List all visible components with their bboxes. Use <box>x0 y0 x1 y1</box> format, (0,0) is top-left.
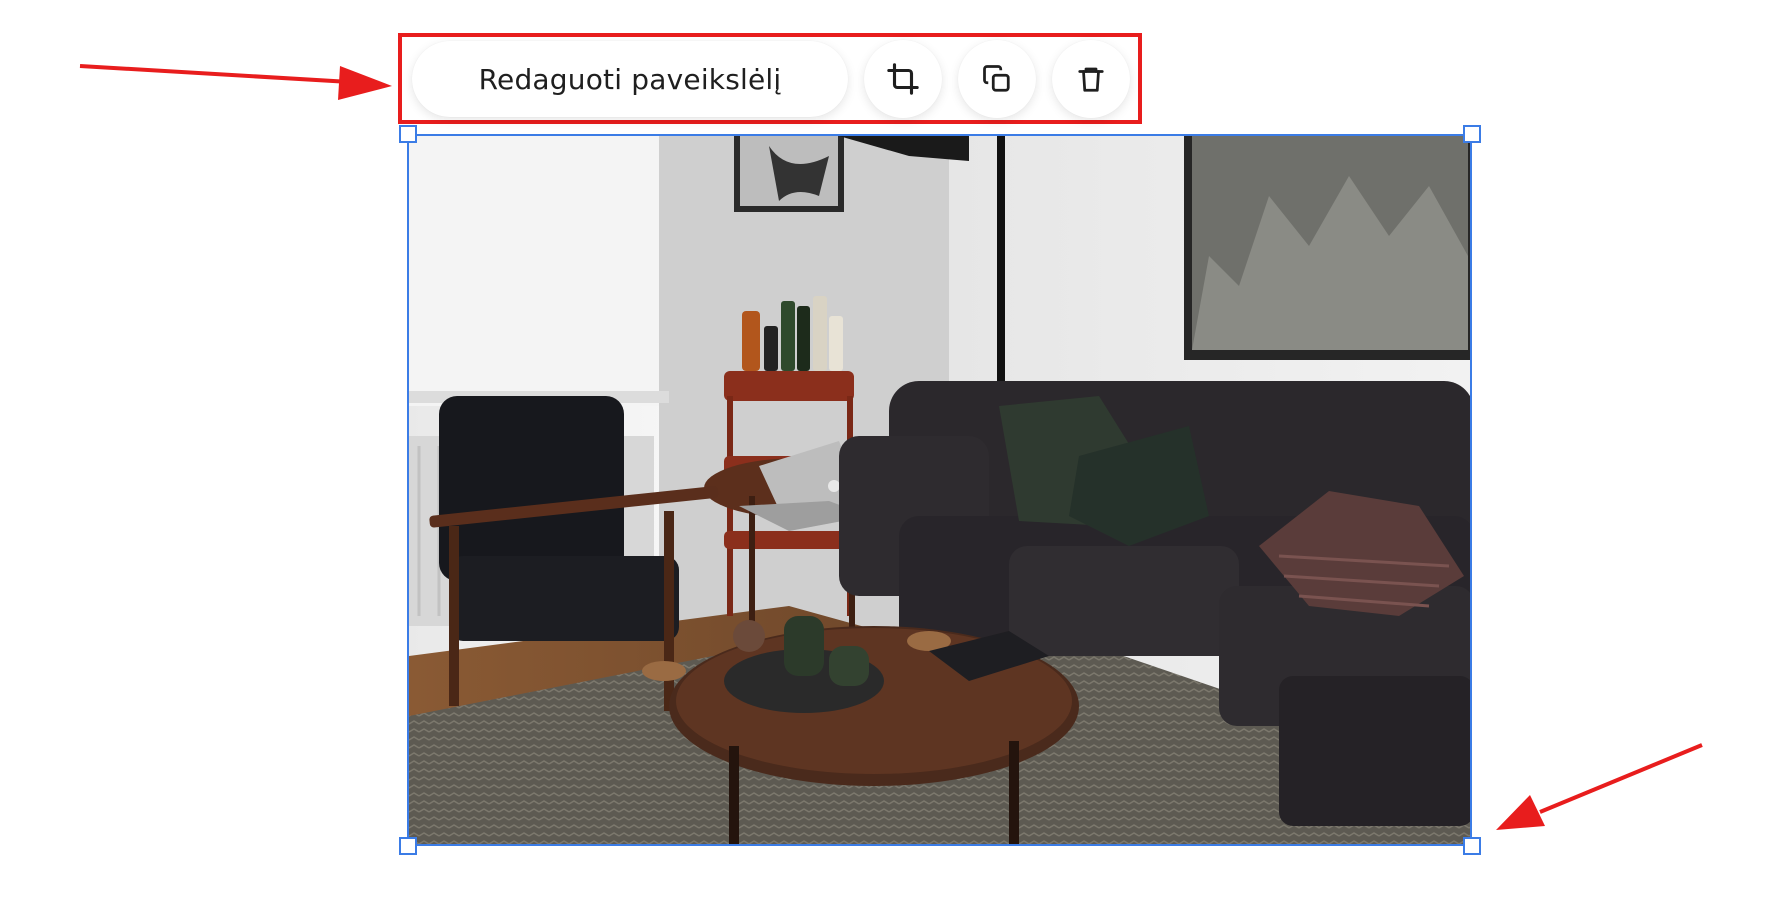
duplicate-icon <box>983 65 1010 92</box>
crop-button[interactable] <box>864 40 942 118</box>
image-toolbar: Redaguoti paveikslėlį <box>412 40 1130 118</box>
resize-handle-top-right[interactable] <box>1463 125 1481 143</box>
resize-handle-bottom-right[interactable] <box>1463 837 1481 855</box>
crop-icon <box>887 63 919 95</box>
duplicate-button[interactable] <box>958 40 1036 118</box>
resize-handle-top-left[interactable] <box>399 125 417 143</box>
resize-handle-bottom-left[interactable] <box>399 837 417 855</box>
delete-button[interactable] <box>1052 40 1130 118</box>
trash-icon <box>1078 67 1104 92</box>
selected-image[interactable] <box>407 134 1472 846</box>
living-room-photo <box>409 136 1470 844</box>
edit-image-button[interactable]: Redaguoti paveikslėlį <box>412 41 848 117</box>
